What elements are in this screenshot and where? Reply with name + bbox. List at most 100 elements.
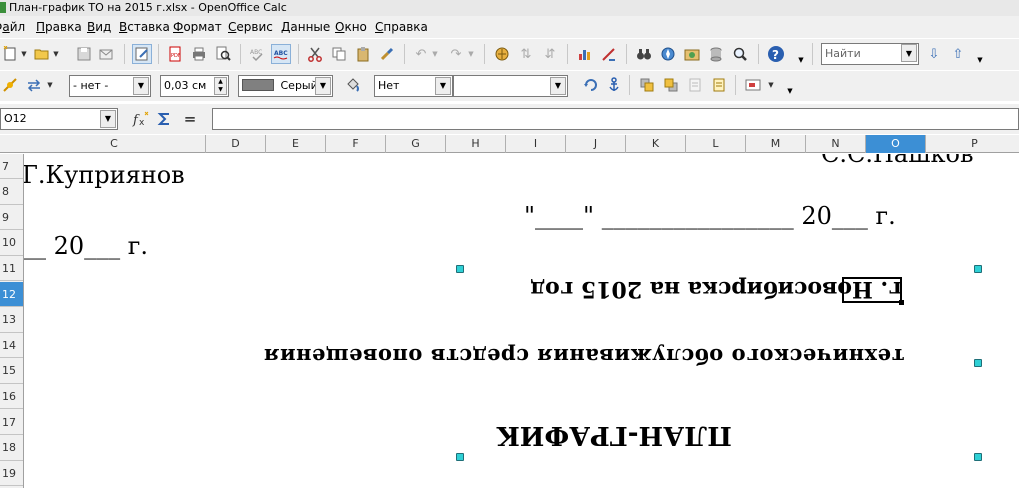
line-color-dropdown-icon[interactable]: ▼ (315, 77, 331, 95)
to-background-icon[interactable] (709, 75, 729, 95)
column-header-k[interactable]: K (626, 135, 686, 153)
sum-icon[interactable] (155, 109, 175, 129)
drawing-toolbar-overflow-icon[interactable]: ▼ (786, 75, 794, 95)
find-previous-icon[interactable]: ⇧ (948, 44, 968, 64)
line-width-spin-icon[interactable]: ▲ ▼ (214, 77, 227, 95)
open-folder-icon[interactable] (32, 44, 52, 64)
chart-icon[interactable] (575, 44, 595, 64)
menu-help[interactable]: Справка (375, 16, 428, 38)
copy-icon[interactable] (329, 44, 349, 64)
area-style-dropdown-icon[interactable]: ▼ (435, 77, 451, 95)
menu-window[interactable]: Окно (335, 16, 367, 38)
row-header-13[interactable]: 13 (0, 308, 23, 333)
menu-edit[interactable]: Правка (36, 16, 82, 38)
sort-descending-icon[interactable]: ⇵ (540, 44, 560, 64)
gallery-icon[interactable] (682, 44, 702, 64)
area-fill-dropdown-icon[interactable]: ▼ (550, 77, 566, 95)
column-header-i[interactable]: I (506, 135, 566, 153)
column-header-m[interactable]: M (746, 135, 806, 153)
column-header-g[interactable]: G (386, 135, 446, 153)
menu-file[interactable]: Файл (0, 16, 25, 38)
resize-handle-bottom-right[interactable] (974, 453, 982, 461)
menu-insert[interactable]: Вставка (119, 16, 170, 38)
new-document-icon[interactable] (0, 44, 20, 64)
paste-icon[interactable] (353, 44, 373, 64)
row-header-18[interactable]: 18 (0, 436, 23, 461)
resize-handle-middle-right[interactable] (974, 359, 982, 367)
undo-dropdown-arrow-icon[interactable]: ▼ (431, 44, 439, 64)
name-box[interactable]: O12 ▼ (0, 108, 118, 130)
row-header-11[interactable]: 11 (0, 256, 23, 282)
column-header-p[interactable]: P (926, 135, 1019, 153)
arrow-style-dropdown-icon[interactable]: ▼ (46, 75, 54, 95)
email-icon[interactable] (96, 44, 116, 64)
help-icon[interactable]: ? (766, 44, 786, 64)
resize-handle-top-left[interactable] (456, 265, 464, 273)
show-draw-functions-icon[interactable] (599, 44, 619, 64)
row-header-14[interactable]: 14 (0, 333, 23, 359)
sort-ascending-icon[interactable]: ⇅ (516, 44, 536, 64)
resize-handle-top-right[interactable] (974, 265, 982, 273)
column-header-c[interactable]: C (23, 135, 206, 153)
rotate-icon[interactable] (580, 75, 600, 95)
find-toolbar-overflow-icon[interactable]: ▼ (976, 44, 984, 64)
row-header-7[interactable]: 7 (0, 154, 23, 179)
column-header-l[interactable]: L (686, 135, 746, 153)
open-dropdown-arrow-icon[interactable]: ▼ (52, 44, 60, 64)
column-header-f[interactable]: F (326, 135, 386, 153)
menu-tools[interactable]: Сервис (228, 16, 273, 38)
to-foreground-icon[interactable] (685, 75, 705, 95)
column-header-d[interactable]: D (206, 135, 266, 153)
redo-icon[interactable]: ↷ (446, 44, 466, 64)
new-dropdown-arrow-icon[interactable]: ▼ (20, 44, 28, 64)
formula-input[interactable] (212, 108, 1019, 130)
row-header-10[interactable]: 10 (0, 231, 23, 256)
menu-view[interactable]: Вид (87, 16, 111, 38)
name-box-dropdown-icon[interactable]: ▼ (100, 110, 116, 128)
toolbar-overflow-icon[interactable]: ▼ (797, 44, 805, 64)
cut-icon[interactable] (305, 44, 325, 64)
area-fill-select[interactable]: ▼ (453, 75, 568, 97)
column-header-h[interactable]: H (446, 135, 506, 153)
format-paintbrush-icon[interactable] (377, 44, 397, 64)
column-header-e[interactable]: E (266, 135, 326, 153)
save-icon[interactable] (74, 44, 94, 64)
hyperlink-icon[interactable] (492, 44, 512, 64)
autospellcheck-icon[interactable]: ABC (271, 44, 291, 64)
row-header-12[interactable]: 12 (0, 282, 23, 307)
anchor-icon[interactable] (604, 75, 624, 95)
formula-equals-icon[interactable]: = (180, 109, 200, 129)
line-style-select[interactable]: - нет - ▼ (69, 75, 151, 97)
column-header-j[interactable]: J (566, 135, 626, 153)
column-header-o[interactable]: O (866, 135, 926, 153)
zoom-icon[interactable] (730, 44, 750, 64)
row-header-9[interactable]: 9 (0, 205, 23, 231)
alignment-dropdown-icon[interactable]: ▼ (767, 75, 775, 95)
menu-format[interactable]: Формат (173, 16, 222, 38)
alignment-icon[interactable] (743, 75, 763, 95)
navigator-icon[interactable] (658, 44, 678, 64)
column-header-n[interactable]: N (806, 135, 866, 153)
function-wizard-icon[interactable]: fx (131, 109, 151, 129)
row-header-15[interactable]: 15 (0, 359, 23, 384)
menu-data[interactable]: Данные (281, 16, 330, 38)
export-pdf-icon[interactable]: PDF (165, 44, 185, 64)
row-header-16[interactable]: 16 (0, 384, 23, 410)
print-icon[interactable] (189, 44, 209, 64)
row-header-19[interactable]: 19 (0, 461, 23, 487)
data-sources-icon[interactable] (706, 44, 726, 64)
area-fill-bucket-icon[interactable] (343, 75, 363, 95)
row-header-8[interactable]: 8 (0, 180, 23, 205)
line-properties-icon[interactable] (0, 75, 20, 95)
arrow-style-icon[interactable] (24, 75, 44, 95)
edit-file-icon[interactable] (132, 44, 152, 64)
spellcheck-icon[interactable]: ABC (247, 44, 267, 64)
line-width-field[interactable]: 0,03 см ▲ ▼ (160, 75, 229, 97)
sheet-grid[interactable]: С.С.Пашков Г.Куприянов "____" __________… (24, 154, 1019, 488)
redo-dropdown-arrow-icon[interactable]: ▼ (467, 44, 475, 64)
area-style-select[interactable]: Нет ▼ (374, 75, 453, 97)
bring-to-front-icon[interactable] (637, 75, 657, 95)
line-style-dropdown-icon[interactable]: ▼ (133, 77, 149, 95)
send-to-back-icon[interactable] (661, 75, 681, 95)
page-preview-icon[interactable] (213, 44, 233, 64)
